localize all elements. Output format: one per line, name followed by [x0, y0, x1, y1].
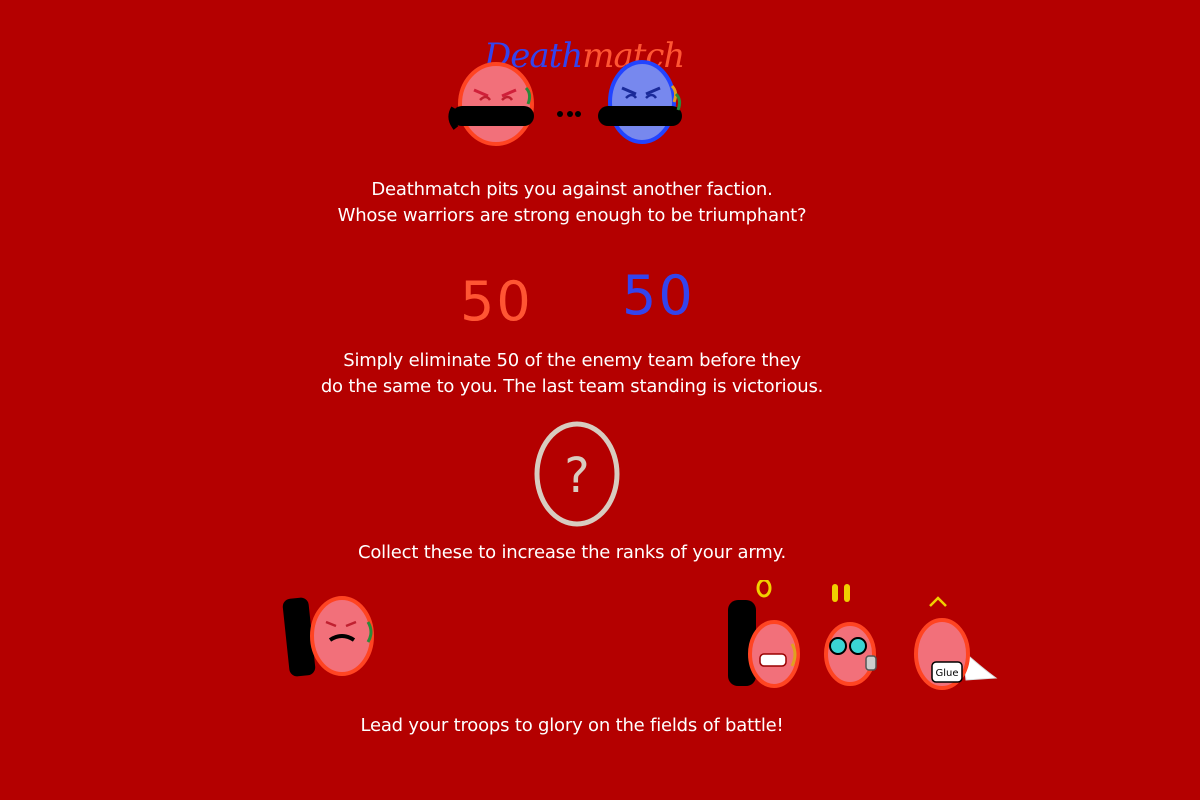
mustache-warrior-icon — [282, 596, 374, 677]
intro-text: Deathmatch pits you against another fact… — [0, 177, 1144, 229]
blue-warrior-icon — [598, 60, 682, 144]
footer-text: Lead your troops to glory on the fields … — [0, 713, 1144, 739]
intro-line-2: Whose warriors are strong enough to be t… — [337, 205, 807, 226]
rules-line-1: Simply eliminate 50 of the enemy team be… — [343, 350, 801, 371]
red-warrior-icon — [448, 62, 534, 146]
red-team-score: 50 — [460, 270, 533, 333]
troop-lineup: Glue — [728, 580, 998, 690]
pickup-egg-icon: ? — [534, 421, 620, 527]
grinning-warrior-icon — [728, 580, 800, 688]
pickup-question-mark: ? — [564, 448, 589, 504]
glue-label: Glue — [935, 668, 958, 679]
pickup-caption: Collect these to increase the ranks of y… — [0, 540, 1144, 566]
rules-line-2: do the same to you. The last team standi… — [320, 376, 824, 397]
rules-text: Simply eliminate 50 of the enemy team be… — [0, 348, 1144, 400]
glue-warrior-icon: Glue — [914, 596, 998, 690]
versus-illustration — [448, 60, 682, 146]
goggles-warrior-icon — [824, 584, 877, 686]
intro-line-1: Deathmatch pits you against another fact… — [371, 179, 773, 200]
footer-text-line: Lead your troops to glory on the fields … — [360, 715, 784, 736]
pickup-caption-text: Collect these to increase the ranks of y… — [358, 542, 786, 563]
blue-team-score: 50 — [622, 264, 695, 327]
